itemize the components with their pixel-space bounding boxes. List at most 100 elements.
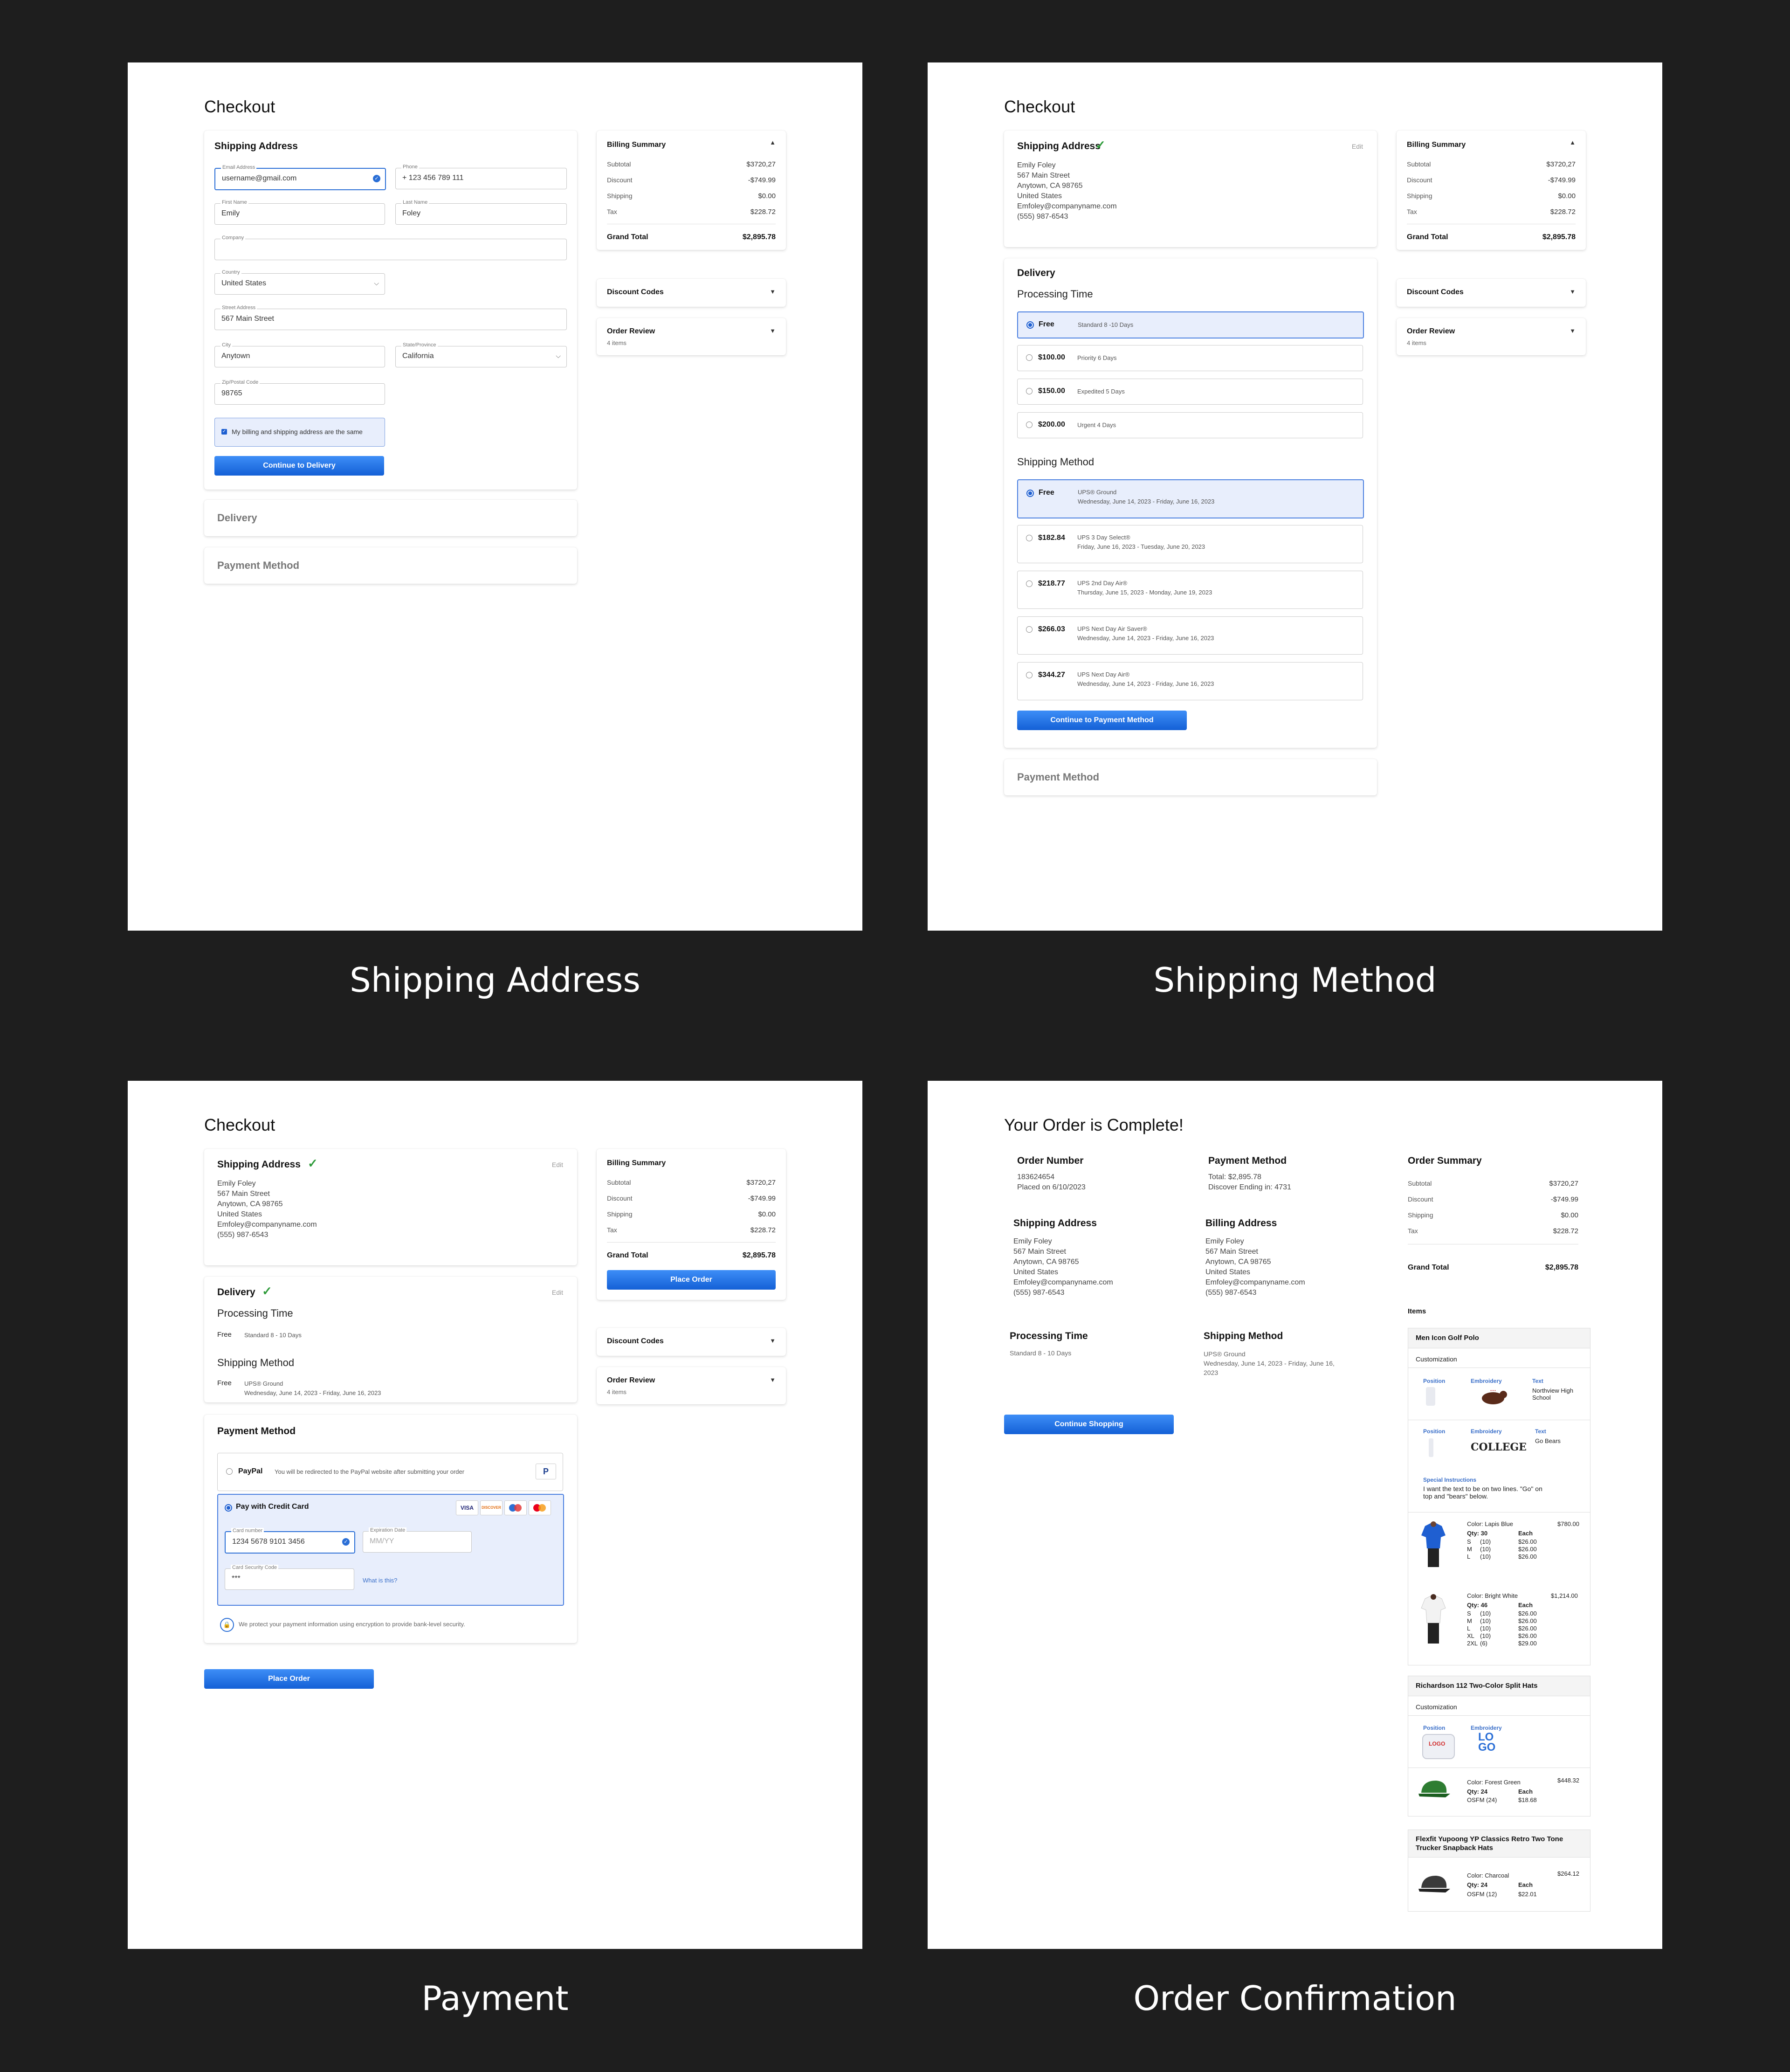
card-number-field[interactable]: Card number 1234 5678 9101 3456 ✓ bbox=[225, 1528, 355, 1554]
green-hat-image bbox=[1418, 1777, 1451, 1801]
first-name-field[interactable]: First Name Emily bbox=[214, 200, 385, 225]
billing-summary-card: Billing Summary ▲ Subtotal $3720,27 Disco… bbox=[1397, 131, 1586, 250]
paypal-option[interactable]: PayPal You will be redirected to the Pay… bbox=[217, 1453, 563, 1491]
checkmark-icon: ✓ bbox=[1095, 138, 1106, 152]
caption-shipping-address: Shipping Address bbox=[350, 960, 640, 1000]
charcoal-hat-image bbox=[1418, 1872, 1451, 1896]
billing-summary-card: Billing Summary Subtotal $3720,27 Discoun… bbox=[597, 1149, 786, 1300]
order-review-accordion[interactable]: Order Review 4 items ▼ bbox=[597, 1367, 786, 1404]
visa-icon: VISA bbox=[456, 1500, 478, 1515]
size-row: L (10) $26.00 bbox=[1467, 1553, 1537, 1560]
page-title: Checkout bbox=[1004, 97, 1075, 116]
company-field[interactable]: Company bbox=[214, 235, 567, 260]
billing-summary-card: Billing Summary ▲ Subtotal $3720,27 Disco… bbox=[597, 131, 786, 250]
order-item-richardson-hats: Richardson 112 Two-Color Split Hats Cust… bbox=[1408, 1676, 1590, 1816]
size-row: 2XL (6) $29.00 bbox=[1467, 1640, 1537, 1647]
order-item-golf-polo: Men Icon Golf Polo Customization Positio… bbox=[1408, 1328, 1590, 1665]
what-is-this-link[interactable]: What is this? bbox=[363, 1577, 397, 1584]
same-address-checkbox[interactable]: ✓ My billing and shipping address are th… bbox=[214, 418, 385, 447]
delivery-summary-card: Delivery ✓ Edit Processing Time Free Sta… bbox=[204, 1277, 577, 1402]
chevron-down-icon: ▼ bbox=[770, 1376, 776, 1383]
panel-shipping-address: Checkout Shipping Address Email Address … bbox=[128, 62, 862, 931]
edit-link[interactable]: Edit bbox=[552, 1289, 563, 1296]
continue-shopping-button[interactable]: Continue Shopping bbox=[1004, 1415, 1174, 1434]
email-field[interactable]: Email Address username@gmail.com ✓ bbox=[214, 165, 386, 190]
chevron-down-icon: ▼ bbox=[1570, 327, 1576, 334]
place-order-button[interactable]: Place Order bbox=[607, 1270, 776, 1290]
discount-codes-accordion[interactable]: Discount Codes ▼ bbox=[597, 279, 786, 307]
cvc-field[interactable]: Card Security Code *** bbox=[225, 1565, 354, 1590]
checkbox-checked-icon: ✓ bbox=[221, 429, 227, 435]
caption-payment: Payment bbox=[421, 1979, 569, 2018]
shipping-method-option[interactable]: $344.27 UPS Next Day Air® Wednesday, June… bbox=[1017, 662, 1363, 700]
paypal-icon: P bbox=[536, 1464, 556, 1479]
shipping-method-option[interactable]: $182.84 UPS 3 Day Select® Friday, June 16… bbox=[1017, 525, 1363, 563]
page-title: Checkout bbox=[204, 97, 275, 116]
check-circle-icon: ✓ bbox=[373, 175, 380, 182]
delivery-step-collapsed[interactable]: Delivery bbox=[204, 500, 577, 536]
size-row: M (10) $26.00 bbox=[1467, 1617, 1537, 1624]
payment-step-collapsed[interactable]: Payment Method bbox=[204, 547, 577, 584]
size-row: S (10) $26.00 bbox=[1467, 1610, 1537, 1617]
checkmark-icon: ✓ bbox=[308, 1156, 318, 1170]
shipping-method-option[interactable]: Free UPS® Ground Wednesday, June 14, 2023… bbox=[1017, 479, 1364, 518]
street-field[interactable]: Street Address 567 Main Street bbox=[214, 305, 567, 330]
chevron-down-icon: ▼ bbox=[770, 1337, 776, 1344]
size-row: XL (10) $26.00 bbox=[1467, 1632, 1537, 1639]
panel-payment: Checkout Shipping Address ✓ Edit Emily F… bbox=[128, 1081, 862, 1949]
mastercard-icon bbox=[529, 1500, 551, 1515]
caption-shipping-method: Shipping Method bbox=[1153, 960, 1437, 1000]
order-review-accordion[interactable]: Order Review 4 items ▼ bbox=[1397, 318, 1586, 355]
state-select[interactable]: State/Province California ⌵ bbox=[395, 342, 567, 367]
panel-order-confirmation: Your Order is Complete! Order Number 183… bbox=[928, 1081, 1662, 1949]
payment-step-collapsed[interactable]: Payment Method bbox=[1004, 759, 1377, 795]
shipping-method-option[interactable]: $266.03 UPS Next Day Air Saver® Wednesday… bbox=[1017, 616, 1363, 655]
discount-codes-accordion[interactable]: Discount Codes ▼ bbox=[1397, 279, 1586, 307]
confirmation-title: Your Order is Complete! bbox=[1004, 1115, 1184, 1134]
order-item-flexfit-hats: Flexfit Yupoong YP Classics Retro Two To… bbox=[1408, 1830, 1590, 1912]
blue-polo-image bbox=[1419, 1521, 1447, 1573]
lock-icon: 🔒 bbox=[220, 1618, 234, 1632]
caption-order-confirmation: Order Confirmation bbox=[1133, 1979, 1457, 2018]
bear-logo-icon: • • • bbox=[1471, 1387, 1515, 1406]
delivery-card: Delivery Processing Time Free Standard 8 … bbox=[1004, 258, 1377, 748]
city-field[interactable]: City Anytown bbox=[214, 342, 385, 367]
size-breakdown: S (10) $26.00 M (10) $26.00 L (10) $26.00 bbox=[1467, 1538, 1537, 1561]
processing-option[interactable]: $200.00 Urgent 4 Days bbox=[1017, 412, 1363, 438]
shipping-address-card: Shipping Address Email Address username@… bbox=[204, 131, 577, 490]
chevron-down-icon: ▼ bbox=[770, 327, 776, 334]
chevron-up-icon[interactable]: ▲ bbox=[770, 139, 776, 146]
chevron-down-icon: ⌵ bbox=[374, 279, 379, 287]
processing-option[interactable]: Free Standard 8 -10 Days bbox=[1017, 311, 1364, 338]
zip-field[interactable]: Zip/Postal Code 98765 bbox=[214, 380, 385, 405]
shirt-front-icon bbox=[1426, 1387, 1435, 1406]
place-order-button[interactable]: Place Order bbox=[204, 1669, 374, 1689]
college-logo: COLLEGE bbox=[1471, 1441, 1527, 1453]
continue-to-payment-button[interactable]: Continue to Payment Method bbox=[1017, 711, 1187, 730]
shipping-address-summary-card: Shipping Address ✓ Edit Emily Foley 567 M… bbox=[1004, 131, 1377, 247]
edit-link[interactable]: Edit bbox=[552, 1161, 563, 1168]
hat-front-image: LOGO bbox=[1422, 1734, 1455, 1759]
discount-codes-accordion[interactable]: Discount Codes ▼ bbox=[597, 1328, 786, 1356]
logo-embroidery: LO GO bbox=[1478, 1731, 1496, 1754]
credit-card-option[interactable]: Pay with Credit Card VISA DISCOVER Card … bbox=[217, 1494, 564, 1606]
maestro-icon bbox=[504, 1500, 527, 1515]
country-select[interactable]: Country United States ⌵ bbox=[214, 269, 385, 295]
chevron-up-icon[interactable]: ▲ bbox=[1570, 139, 1576, 146]
last-name-field[interactable]: Last Name Foley bbox=[395, 200, 567, 225]
continue-to-delivery-button[interactable]: Continue to Delivery bbox=[214, 456, 384, 476]
edit-link[interactable]: Edit bbox=[1352, 143, 1363, 150]
chevron-down-icon: ▼ bbox=[770, 288, 776, 295]
expiration-field[interactable]: Expiration Date MM/YY bbox=[363, 1527, 472, 1553]
processing-option[interactable]: $100.00 Priority 6 Days bbox=[1017, 345, 1363, 371]
shirt-sleeve-icon bbox=[1429, 1438, 1433, 1457]
checkmark-icon: ✓ bbox=[262, 1284, 272, 1298]
order-review-accordion[interactable]: Order Review 4 items ▼ bbox=[597, 318, 786, 355]
page-title: Checkout bbox=[204, 1115, 275, 1134]
shipping-address-summary-card: Shipping Address ✓ Edit Emily Foley 567 M… bbox=[204, 1149, 577, 1265]
processing-option[interactable]: $150.00 Expedited 5 Days bbox=[1017, 379, 1363, 405]
discover-icon: DISCOVER bbox=[480, 1500, 503, 1515]
shipping-method-option[interactable]: $218.77 UPS 2nd Day Air® Thursday, June 1… bbox=[1017, 571, 1363, 609]
chevron-down-icon: ⌵ bbox=[556, 352, 561, 359]
phone-field[interactable]: Phone + 123 456 789 111 bbox=[395, 164, 567, 189]
